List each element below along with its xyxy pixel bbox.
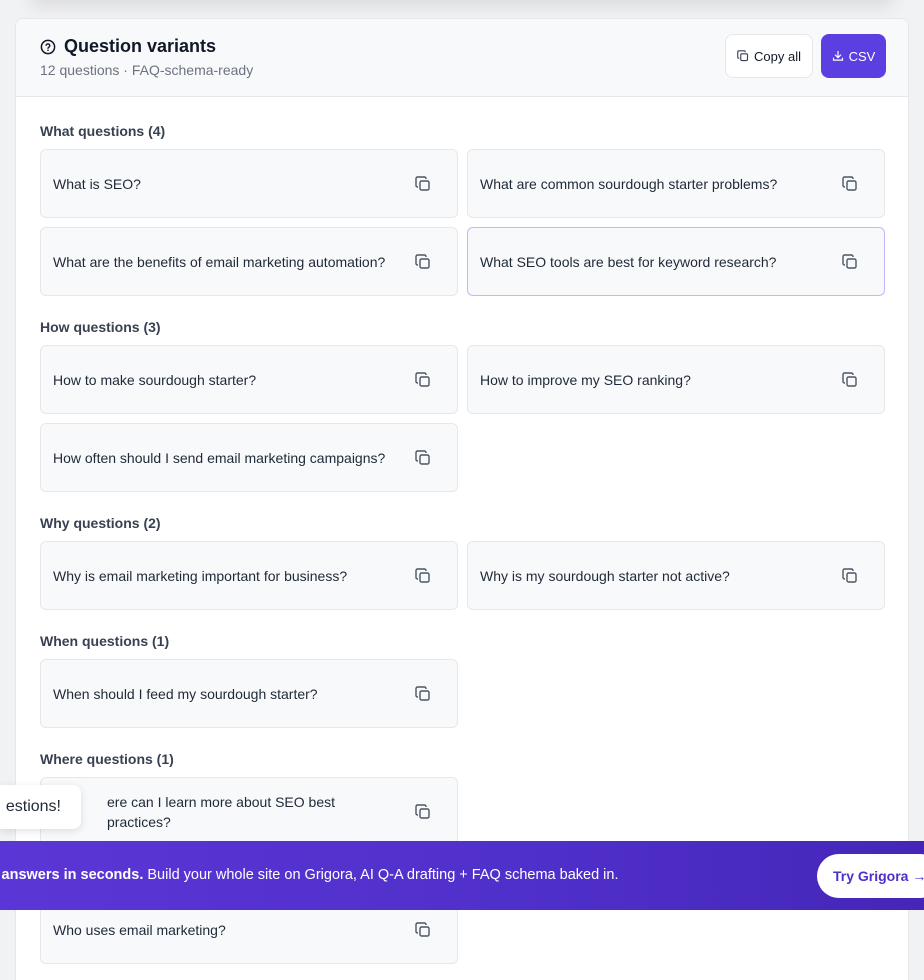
question-text: Why is email marketing important for bus…: [53, 567, 348, 584]
toast-text: estions!: [5, 798, 61, 815]
section-label-why: Why questions (2): [40, 515, 161, 531]
question-card[interactable]: What is SEO?: [40, 149, 458, 218]
question-text: Why is my sourdough starter not active?: [480, 567, 730, 584]
copy-icon[interactable]: [415, 921, 431, 938]
banner-text: ft FAQ answers in seconds. Build your wh…: [0, 867, 618, 883]
banner-bold-text: ft FAQ answers in seconds.: [0, 867, 144, 883]
question-card[interactable]: What SEO tools are best for keyword rese…: [467, 227, 885, 296]
copy-icon[interactable]: [415, 449, 431, 466]
csv-download-button[interactable]: CSV: [821, 34, 886, 78]
question-text: What are common sourdough starter proble…: [480, 175, 778, 192]
question-card[interactable]: Why is email marketing important for bus…: [40, 541, 458, 610]
question-card[interactable]: ere can I learn more about SEO best prac…: [40, 777, 458, 846]
question-card[interactable]: What are common sourdough starter proble…: [467, 149, 885, 218]
question-text: How often should I send email marketing …: [53, 449, 386, 466]
copy-icon[interactable]: [415, 253, 431, 270]
copy-all-button[interactable]: Copy all: [725, 34, 813, 78]
copy-all-label: Copy all: [754, 48, 801, 64]
copy-icon[interactable]: [842, 175, 858, 192]
question-text: ere can I learn more about SEO best prac…: [107, 793, 336, 830]
copy-icon: [737, 50, 749, 62]
section-label-when: When questions (1): [40, 633, 170, 649]
section-label-where: Where questions (1): [40, 751, 174, 767]
question-circle-icon: [40, 39, 56, 55]
question-text: Who uses email marketing?: [53, 921, 226, 938]
question-card[interactable]: What are the benefits of email marketing…: [40, 227, 458, 296]
panel-title-row: Question variants: [40, 36, 216, 57]
question-card[interactable]: Why is my sourdough starter not active?: [467, 541, 885, 610]
toast-notification: estions!: [0, 785, 81, 829]
copy-icon[interactable]: [415, 685, 431, 702]
copy-icon[interactable]: [842, 567, 858, 584]
question-text: What is SEO?: [53, 175, 141, 192]
question-card[interactable]: When should I feed my sourdough starter?: [40, 659, 458, 728]
banner-body-text: Build your whole site on Grigora, AI Q-A…: [143, 867, 619, 883]
csv-label: CSV: [848, 48, 876, 64]
question-text: What SEO tools are best for keyword rese…: [480, 253, 777, 270]
copy-icon[interactable]: [842, 371, 858, 388]
section-label-what: What questions (4): [40, 123, 166, 139]
question-card[interactable]: How to make sourdough starter?: [40, 345, 458, 414]
panel-title: Question variants: [64, 36, 217, 56]
panel-subtitle: 12 questions · FAQ-schema-ready: [40, 62, 254, 78]
question-text: How to make sourdough starter?: [53, 371, 257, 388]
question-text: When should I feed my sourdough starter?: [53, 685, 318, 702]
copy-icon[interactable]: [415, 175, 431, 192]
question-variants-panel: Question variants 12 questions · FAQ-sch…: [15, 18, 909, 980]
download-icon: [832, 50, 844, 62]
section-label-how: How questions (3): [40, 319, 161, 335]
copy-icon[interactable]: [415, 803, 431, 820]
question-text: What are the benefits of email marketing…: [53, 253, 386, 270]
copy-icon[interactable]: [415, 371, 431, 388]
try-grigora-button[interactable]: Try Grigora →: [817, 854, 924, 898]
question-text: How to improve my SEO ranking?: [480, 371, 691, 388]
panel-header: Question variants 12 questions · FAQ-sch…: [16, 19, 908, 97]
question-card[interactable]: How to improve my SEO ranking?: [467, 345, 885, 414]
copy-icon[interactable]: [842, 253, 858, 270]
question-card[interactable]: How often should I send email marketing …: [40, 423, 458, 492]
copy-icon[interactable]: [415, 567, 431, 584]
promo-banner: ft FAQ answers in seconds. Build your wh…: [0, 841, 924, 910]
